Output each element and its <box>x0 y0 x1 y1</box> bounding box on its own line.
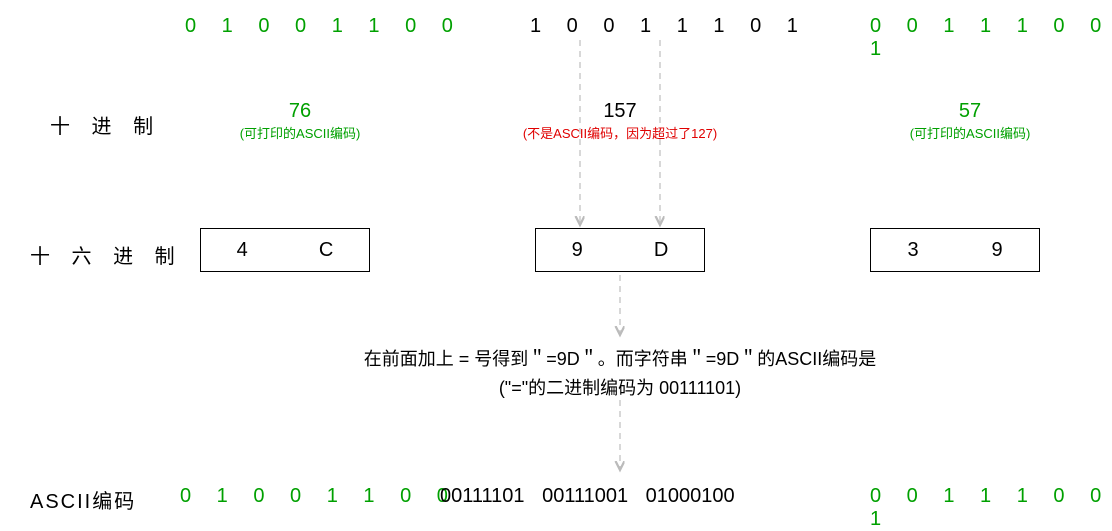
hex-digit-2a: 9 <box>572 239 583 262</box>
explanation-line-2: ("="的二进制编码为 00111101) <box>280 374 960 403</box>
decimal-value-3: 57 <box>870 100 1070 123</box>
hex-digit-1b: C <box>319 239 333 262</box>
decimal-col-3: 57 (可打印的ASCII编码) <box>870 100 1070 142</box>
hex-box-2: 9 D <box>535 228 705 272</box>
hex-digit-2b: D <box>654 239 668 262</box>
decimal-col-2: 157 (不是ASCII编码，因为超过了127) <box>490 100 750 142</box>
decimal-value-1: 76 <box>200 100 400 123</box>
binary-byte-3: 0 0 1 1 1 0 0 1 <box>870 15 1112 61</box>
ascii-byte-1: 0 1 0 0 1 1 0 0 <box>180 485 458 508</box>
decimal-note-3: (可打印的ASCII编码) <box>870 123 1070 142</box>
binary-byte-2: 1 0 0 1 1 1 0 1 <box>530 15 808 38</box>
binary-byte-1: 0 1 0 0 1 1 0 0 <box>185 15 463 38</box>
decimal-col-1: 76 (可打印的ASCII编码) <box>200 100 400 142</box>
hex-box-3: 3 9 <box>870 228 1040 272</box>
ascii-byte-middle: 00111101 00111001 01000100 <box>440 485 735 508</box>
decimal-label: 十 进 制 <box>50 110 161 139</box>
decimal-value-2: 157 <box>490 100 750 123</box>
ascii-byte-3: 0 0 1 1 1 0 0 1 <box>870 485 1112 531</box>
explanation-block: 在前面加上 = 号得到＂=9D＂。而字符串＂=9D＂的ASCII编码是 ("="… <box>280 345 960 403</box>
ascii-label: ASCII编码 <box>30 485 136 514</box>
hex-digit-1a: 4 <box>237 239 248 262</box>
decimal-note-1: (可打印的ASCII编码) <box>200 123 400 142</box>
hex-label: 十 六 进 制 <box>30 240 183 269</box>
explanation-line-1: 在前面加上 = 号得到＂=9D＂。而字符串＂=9D＂的ASCII编码是 <box>280 345 960 374</box>
hex-digit-3b: 9 <box>991 239 1002 262</box>
hex-box-1: 4 C <box>200 228 370 272</box>
hex-digit-3a: 3 <box>907 239 918 262</box>
decimal-note-2: (不是ASCII编码，因为超过了127) <box>490 123 750 142</box>
